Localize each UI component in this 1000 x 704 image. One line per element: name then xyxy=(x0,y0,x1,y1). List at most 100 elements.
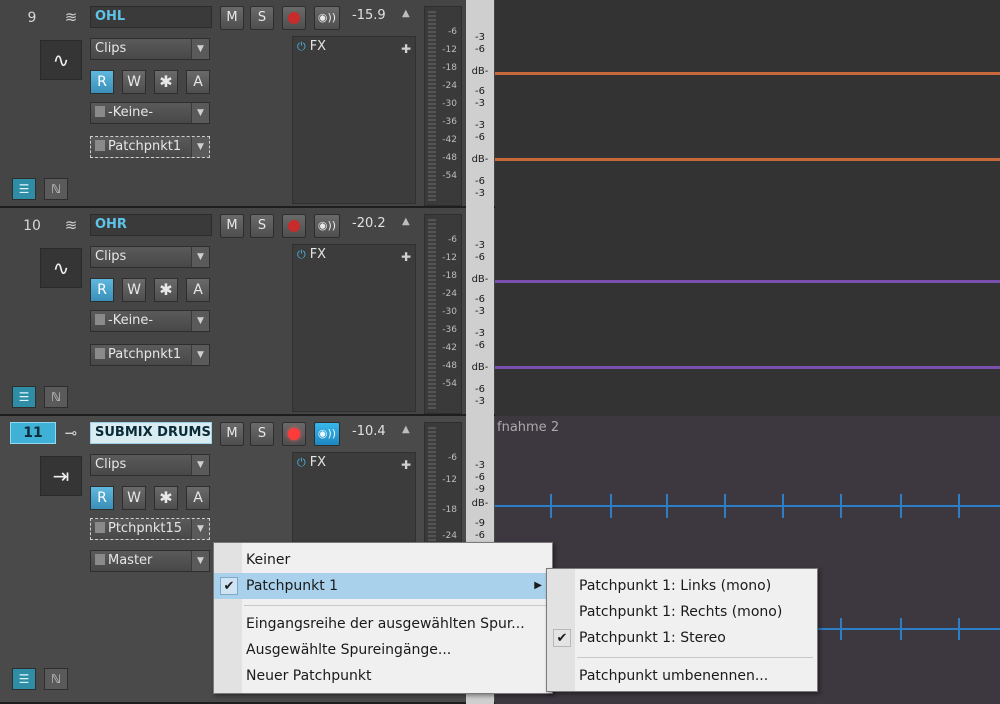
input-dropdown[interactable]: -Keine- ▼ xyxy=(90,102,210,124)
waveform-spike xyxy=(610,494,612,518)
record-icon xyxy=(288,220,300,232)
scale-label: dB- xyxy=(471,362,489,373)
solo-button[interactable]: S xyxy=(250,422,274,446)
input-echo-button[interactable]: ◉)) xyxy=(314,422,340,446)
patchpoint-submenu: Patchpunkt 1: Links (mono) Patchpunkt 1:… xyxy=(546,568,818,692)
solo-button[interactable]: S xyxy=(250,214,274,238)
power-icon[interactable]: ⏻ xyxy=(297,40,306,53)
automation-write-button[interactable]: W xyxy=(122,278,146,302)
input-echo-button[interactable]: ◉)) xyxy=(314,6,340,30)
submenu-item-rechts[interactable]: Patchpunkt 1: Rechts (mono) xyxy=(547,599,817,625)
scale-label: -6 xyxy=(475,384,485,395)
envelope-button[interactable]: ℕ xyxy=(44,178,68,200)
automation-star-button[interactable]: ✱ xyxy=(154,278,178,302)
track-menu-button[interactable]: ☰ xyxy=(12,386,36,408)
automation-line[interactable] xyxy=(495,366,1000,369)
plus-icon[interactable]: ✚ xyxy=(401,39,411,59)
input-dropdown[interactable]: Ptchpnkt15 ▼ xyxy=(90,518,210,540)
submenu-item-links[interactable]: Patchpunkt 1: Links (mono) xyxy=(547,573,817,599)
input-echo-button[interactable]: ◉)) xyxy=(314,214,340,238)
clips-dropdown[interactable]: Clips ▼ xyxy=(90,246,210,268)
track-name[interactable]: OHL xyxy=(90,6,212,28)
track-name[interactable]: OHR xyxy=(90,214,212,236)
mute-button[interactable]: M xyxy=(220,422,244,446)
envelope-button[interactable]: ℕ xyxy=(44,386,68,408)
lane-track-10[interactable] xyxy=(495,208,1000,416)
power-icon[interactable]: ⏻ xyxy=(297,248,306,261)
record-arm-button[interactable] xyxy=(282,214,306,238)
volume-arrow-icon[interactable]: ▲ xyxy=(402,8,410,19)
power-icon[interactable]: ⏻ xyxy=(297,456,306,469)
fx-bin[interactable]: ⏻ FX ✚ xyxy=(292,244,416,412)
automation-read-button[interactable]: R xyxy=(90,486,114,510)
bus-icon[interactable]: ⊸ xyxy=(58,422,84,444)
menu-item-eingangsreihe[interactable]: Eingangsreihe der ausgewählten Spur... xyxy=(214,611,552,637)
plus-icon[interactable]: ✚ xyxy=(401,455,411,475)
menu-item-neuer-patchpunkt[interactable]: Neuer Patchpunkt xyxy=(214,663,552,689)
scale-label: -6 xyxy=(475,294,485,305)
automation-line[interactable] xyxy=(495,280,1000,283)
output-dropdown[interactable]: Master ▼ xyxy=(90,550,210,572)
automation-a-button[interactable]: A xyxy=(186,278,210,302)
menu-item-label: Patchpunkt 1 xyxy=(246,578,339,594)
input-dropdown-label: Ptchpnkt15 xyxy=(108,521,182,536)
automation-a-button[interactable]: A xyxy=(186,486,210,510)
volume-arrow-icon[interactable]: ▲ xyxy=(402,424,410,435)
fx-header: ⏻ FX ✚ xyxy=(293,245,415,265)
volume-readout[interactable]: -10.4 xyxy=(352,424,386,439)
automation-write-button[interactable]: W xyxy=(122,70,146,94)
automation-star-button[interactable]: ✱ xyxy=(154,486,178,510)
volume-readout[interactable]: -20.2 xyxy=(352,216,386,231)
automation-write-button[interactable]: W xyxy=(122,486,146,510)
automation-a-button[interactable]: A xyxy=(186,70,210,94)
menu-item-keiner[interactable]: Keiner xyxy=(214,547,552,573)
eq-icon[interactable]: ≋ xyxy=(58,6,84,28)
automation-star-button[interactable]: ✱ xyxy=(154,70,178,94)
meter-label: -42 xyxy=(442,343,457,353)
eq-icon[interactable]: ≋ xyxy=(58,214,84,236)
track-menu-button[interactable]: ☰ xyxy=(12,668,36,690)
clips-dropdown[interactable]: Clips ▼ xyxy=(90,38,210,60)
patchpoint-context-menu: Keiner ✔ Patchpunkt 1 ▶ Eingangsreihe der … xyxy=(213,542,553,694)
output-icon xyxy=(95,348,105,359)
track-menu-button[interactable]: ☰ xyxy=(12,178,36,200)
automation-read-button[interactable]: R xyxy=(90,278,114,302)
waveform-spike xyxy=(840,494,842,518)
clips-dropdown-label: Clips xyxy=(95,249,127,264)
clips-dropdown[interactable]: Clips ▼ xyxy=(90,454,210,476)
meter-label: -36 xyxy=(442,325,457,335)
record-arm-button[interactable] xyxy=(282,6,306,30)
volume-arrow-icon[interactable]: ▲ xyxy=(402,216,410,227)
automation-line[interactable] xyxy=(495,72,1000,75)
fx-bin[interactable]: ⏻ FX ✚ xyxy=(292,36,416,204)
envelope-button[interactable]: ℕ xyxy=(44,668,68,690)
db-scale: -3 -6 dB- -6 -3 -3 -6 dB- -6 -3 xyxy=(466,0,494,208)
meter-label: -18 xyxy=(442,271,457,281)
track-number: 11 xyxy=(10,422,56,444)
waveform-icon: ∿ xyxy=(40,248,82,288)
record-arm-button[interactable] xyxy=(282,422,306,446)
chevron-down-icon: ▼ xyxy=(191,311,209,331)
plus-icon[interactable]: ✚ xyxy=(401,247,411,267)
track-name[interactable]: SUBMIX DRUMS xyxy=(90,422,212,444)
menu-item-spureingaenge[interactable]: Ausgewählte Spureingänge... xyxy=(214,637,552,663)
volume-readout[interactable]: -15.9 xyxy=(352,8,386,23)
chevron-down-icon: ▼ xyxy=(191,455,209,475)
scale-label: -6 xyxy=(475,472,485,483)
submenu-item-umbenennen[interactable]: Patchpunkt umbenennen... xyxy=(547,663,817,689)
lane-track-9[interactable] xyxy=(495,0,1000,208)
submenu-item-stereo[interactable]: ✔ Patchpunkt 1: Stereo xyxy=(547,625,817,651)
solo-button[interactable]: S xyxy=(250,6,274,30)
output-dropdown[interactable]: Patchpnkt1 ▼ xyxy=(90,344,210,366)
track-number: 10 xyxy=(23,218,41,234)
automation-read-button[interactable]: R xyxy=(90,70,114,94)
input-dropdown[interactable]: -Keine- ▼ xyxy=(90,310,210,332)
mute-button[interactable]: M xyxy=(220,6,244,30)
mute-button[interactable]: M xyxy=(220,214,244,238)
meter-label: -6 xyxy=(448,235,457,245)
waveform-spike xyxy=(666,494,668,518)
menu-item-patchpunkt-1[interactable]: ✔ Patchpunkt 1 ▶ xyxy=(214,573,552,599)
automation-line[interactable] xyxy=(495,158,1000,161)
output-dropdown[interactable]: Patchpnkt1 ▼ xyxy=(90,136,210,158)
meter-label: -18 xyxy=(442,505,457,515)
